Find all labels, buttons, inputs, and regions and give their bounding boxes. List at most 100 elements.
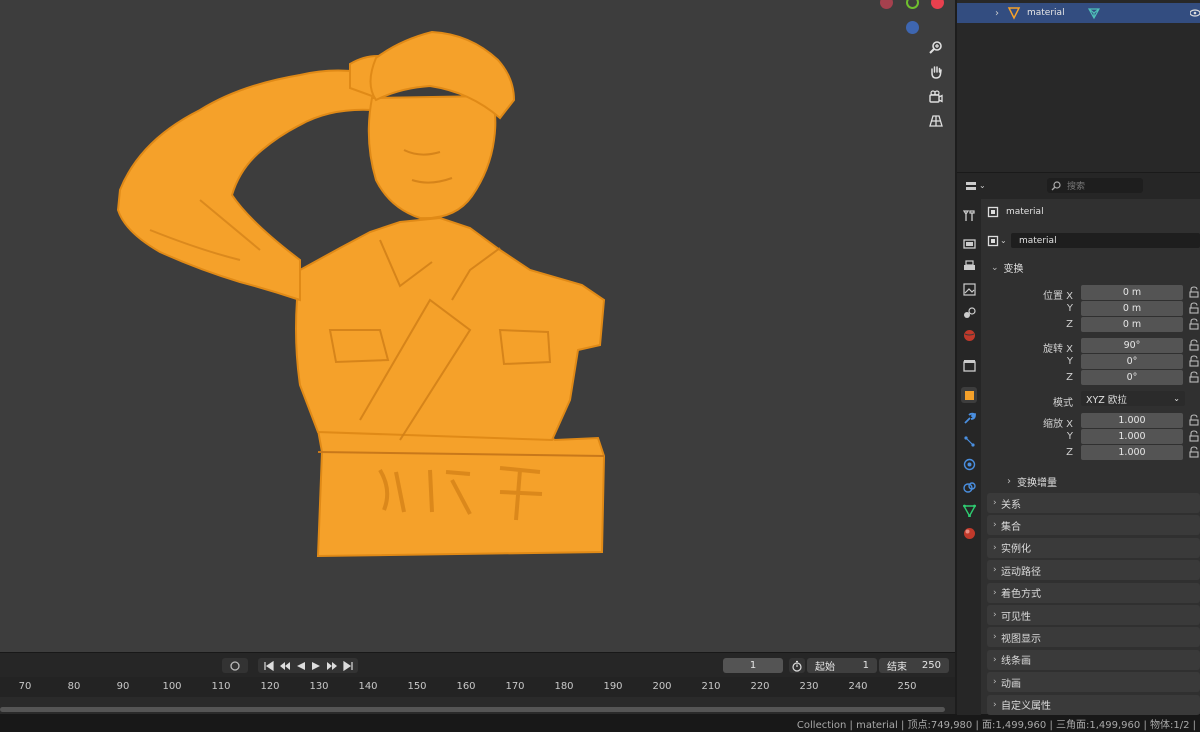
jump-end-icon[interactable] — [342, 660, 353, 671]
lock-icon[interactable] — [1188, 355, 1200, 367]
grid-ortho-icon[interactable] — [925, 110, 947, 132]
tab-physics[interactable] — [961, 456, 977, 472]
tab-world[interactable] — [961, 327, 977, 343]
tab-tool[interactable] — [961, 207, 977, 223]
object-datablock-selector[interactable]: ⌄ — [987, 233, 1009, 248]
transform-section-header[interactable]: ⌄ 变换 — [991, 260, 1024, 276]
tab-constraints[interactable] — [961, 479, 977, 495]
lock-icon[interactable] — [1188, 339, 1200, 351]
object-name-value: material — [1019, 235, 1057, 246]
rotation-mode-dropdown[interactable]: XYZ 欧拉 ⌄ — [1081, 391, 1185, 406]
panel-header[interactable]: › 集合 — [987, 515, 1200, 536]
tab-data[interactable] — [961, 502, 977, 518]
tab-modifiers[interactable] — [961, 410, 977, 426]
playback-controls — [258, 658, 358, 673]
rotation-z-label: Z — [1066, 372, 1073, 383]
panel-title: 线条画 — [1001, 656, 1031, 668]
keyframe-record-button[interactable] — [222, 658, 248, 673]
lock-icon[interactable] — [1188, 414, 1200, 426]
statue-bust-model[interactable] — [0, 0, 955, 652]
constraint-icon — [962, 481, 976, 493]
panel-title: 运动路径 — [1001, 566, 1041, 578]
frame-start-field[interactable]: 起始 1 — [807, 658, 877, 673]
frame-end-field[interactable]: 结束 250 — [879, 658, 949, 673]
timeline-tick-label: 130 — [309, 681, 329, 692]
chevron-right-icon: › — [993, 610, 997, 620]
panel-header[interactable]: › 可见性 — [987, 605, 1200, 625]
panel-header[interactable]: › 关系 — [987, 493, 1200, 513]
current-frame-field[interactable]: 1 — [723, 658, 783, 673]
lock-icon[interactable] — [1188, 318, 1200, 330]
chevron-right-icon: › — [993, 542, 997, 553]
panel-title: 动画 — [1001, 678, 1021, 690]
statue-head — [367, 94, 497, 220]
timeline-tick-label: 230 — [799, 681, 819, 692]
tab-material[interactable] — [961, 525, 977, 541]
panel-header[interactable]: › 动画 — [987, 672, 1200, 693]
location-y-field[interactable]: 0 m — [1081, 301, 1183, 316]
expand-chevron-icon[interactable]: › — [995, 8, 999, 19]
location-z-field[interactable]: 0 m — [1081, 317, 1183, 332]
prev-keyframe-icon[interactable] — [279, 661, 291, 671]
timeline-tick-label: 100 — [162, 681, 182, 692]
location-x-label: 位置 X — [1042, 291, 1073, 302]
play-reverse-icon[interactable] — [296, 661, 306, 671]
lock-icon[interactable] — [1188, 286, 1200, 298]
zoom-icon[interactable] — [925, 36, 947, 58]
mesh-data-icon[interactable] — [1087, 6, 1101, 20]
chevron-down-icon: ⌄ — [979, 181, 986, 190]
outliner-item-material[interactable]: › material — [957, 3, 1200, 23]
panel-header[interactable]: › 实例化 — [987, 537, 1200, 558]
gizmo-z-neg-dot[interactable] — [906, 21, 919, 34]
transform-title: 变换 — [1003, 264, 1024, 275]
rotation-x-field[interactable]: 90° — [1081, 338, 1183, 353]
lock-icon[interactable] — [1188, 430, 1200, 442]
tab-particles[interactable] — [961, 433, 977, 449]
chevron-right-icon: › — [993, 587, 997, 598]
panel-header[interactable]: › 视图显示 — [987, 627, 1200, 648]
properties-search-input[interactable]: 搜索 — [1047, 178, 1143, 193]
hand-pan-icon[interactable] — [925, 61, 947, 83]
panel-header[interactable]: › 线条画 — [987, 649, 1200, 670]
preview-range-toggle[interactable] — [789, 658, 805, 673]
lock-icon[interactable] — [1188, 446, 1200, 458]
editor-type-menu[interactable]: ⌄ — [965, 178, 991, 193]
timeline-editor[interactable]: 1 起始 1 结束 250 70 80 90 100 110 120 130 140 150 16… — [0, 652, 955, 715]
tab-output[interactable] — [961, 258, 977, 274]
scale-y-field[interactable]: 1.000 — [1081, 429, 1183, 444]
tab-render[interactable] — [961, 235, 977, 251]
visibility-eye-icon[interactable] — [1190, 8, 1200, 18]
tab-scene[interactable] — [961, 304, 977, 320]
scale-x-field[interactable]: 1.000 — [1081, 413, 1183, 428]
object-name-field[interactable]: material — [1011, 233, 1200, 248]
next-keyframe-icon[interactable] — [326, 661, 338, 671]
lock-icon[interactable] — [1188, 302, 1200, 314]
location-x-field[interactable]: 0 m — [1081, 285, 1183, 300]
render-camera-icon — [962, 238, 976, 249]
delta-transform-subpanel[interactable]: › 变换增量 — [1007, 474, 1057, 489]
3d-viewport[interactable] — [0, 0, 955, 652]
chevron-right-icon: › — [993, 565, 997, 576]
panel-title: 关系 — [1001, 499, 1021, 511]
camera-view-icon[interactable] — [925, 86, 947, 108]
properties-editor: ⌄ 搜索 material ⌄ material ⌄ 变换 位置 X 0 m Y… — [957, 172, 1200, 715]
play-icon[interactable] — [311, 661, 321, 671]
timeline-track[interactable] — [0, 697, 955, 715]
timeline-scrollbar[interactable] — [0, 707, 945, 712]
rotation-y-label: Y — [1066, 356, 1073, 367]
jump-start-icon[interactable] — [263, 660, 274, 671]
object-browse-icon — [987, 235, 999, 246]
panel-header[interactable]: › 着色方式 — [987, 582, 1200, 603]
rotation-y-field[interactable]: 0° — [1081, 354, 1183, 369]
scale-z-field[interactable]: 1.000 — [1081, 445, 1183, 460]
outliner-panel[interactable]: › material — [957, 0, 1200, 172]
panel-header[interactable]: › 自定义属性 — [987, 694, 1200, 715]
properties-content: material ⌄ material ⌄ 变换 位置 X 0 m Y 0 m … — [985, 199, 1200, 715]
timeline-ruler[interactable]: 70 80 90 100 110 120 130 140 150 160 170 180 190 200 2… — [0, 677, 955, 697]
tab-view-layer[interactable] — [961, 281, 977, 297]
panel-header[interactable]: › 运动路径 — [987, 560, 1200, 581]
rotation-z-field[interactable]: 0° — [1081, 370, 1183, 385]
tab-collection[interactable] — [961, 357, 977, 373]
tab-object[interactable] — [961, 387, 977, 403]
lock-icon[interactable] — [1188, 371, 1200, 383]
